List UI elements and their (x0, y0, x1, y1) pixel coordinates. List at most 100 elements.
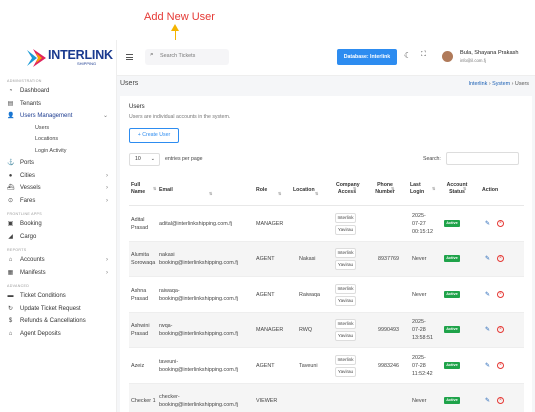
column-header-text: Role (256, 187, 268, 193)
column-header[interactable]: Last Login ⇅ (410, 182, 442, 196)
vessel-icon: ⛴ (7, 185, 15, 191)
annotation-label: Add New User (144, 11, 215, 23)
sidebar-item-dashboard[interactable]: ◔ Dashboard (0, 85, 117, 98)
table-row[interactable]: Azeiz taveuni-booking@interlinkshipping.c… (129, 348, 524, 384)
create-user-button[interactable]: + Create User (129, 128, 179, 143)
sidebar-item-update-ticket-request[interactable]: ↻ Update Ticket Request (0, 303, 117, 316)
column-header[interactable]: Email ⇅ (159, 187, 219, 196)
entries-label: entries per page (165, 156, 203, 162)
edit-icon[interactable]: ✎ (485, 362, 490, 369)
database-button[interactable]: Database: Interlink (337, 49, 397, 65)
fullscreen-icon[interactable]: ⛶ (421, 51, 426, 59)
table-row[interactable]: Ashna Prasad raiwaqa-booking@interlinkship… (129, 277, 524, 313)
table-row[interactable]: Checker 1 checker-booking@interlinkshippi… (129, 383, 524, 412)
column-header[interactable]: Location ⇅ (293, 187, 325, 196)
sidebar-subitem-login-activity[interactable]: Login Activity (0, 146, 117, 158)
edit-icon[interactable]: ✎ (485, 326, 490, 333)
chevron-right-icon: › (106, 269, 108, 276)
page-length-select[interactable]: 10 ⌄ (129, 153, 160, 166)
sidebar-item-label: Refunds & Cancellations (20, 318, 86, 324)
sidebar-item-cities[interactable]: ● Cities › (0, 170, 117, 183)
delete-icon[interactable]: × (497, 397, 504, 405)
company-access-tag: Interlink (335, 319, 356, 330)
sidebar-item-accounts[interactable]: ⌂ Accounts › (0, 254, 117, 267)
email-line: booking@interlinkshipping.com.fj (159, 331, 238, 338)
company-access-tag: Interlink (335, 248, 356, 259)
users-icon: 👤 (7, 113, 15, 119)
sidebar-item-label: Tenants (20, 100, 42, 107)
table-search-input[interactable] (446, 152, 519, 165)
annotation: Add New User (0, 0, 535, 144)
edit-icon[interactable]: ✎ (485, 291, 490, 298)
edit-icon[interactable]: ✎ (485, 397, 490, 404)
login-line: 2025- (412, 212, 426, 219)
status-badge: Active (444, 290, 460, 298)
name-line: Adital (131, 216, 145, 223)
sidebar-item-users-management[interactable]: 👤 Users Management ⌄ (0, 110, 117, 123)
column-header[interactable]: Company Access ⇅ (331, 182, 363, 196)
user-name[interactable]: Bula, Shayana Prakash (460, 50, 518, 56)
email-line: raiwaqa- (159, 287, 180, 294)
sidebar-item-booking[interactable]: ▣ Booking (0, 218, 117, 231)
avatar[interactable] (442, 51, 453, 62)
column-header-text: Action (482, 187, 499, 193)
company-access-tag: Interlink (335, 283, 356, 294)
delete-icon[interactable]: × (497, 219, 504, 227)
nav-section-title: REPORTS (7, 248, 27, 252)
sidebar: INTERLINK SHIPPING ADMINISTRATION ◔ Dashbo… (0, 40, 117, 412)
sidebar-item-agent-deposits[interactable]: ⌂ Agent Deposits (0, 328, 117, 341)
ticket-search-input[interactable]: ⌕ Search Tickets (145, 49, 229, 65)
table-row[interactable]: Alumita Sorowaqa nakasi booking@interlinksh… (129, 241, 524, 277)
sidebar-subitem-users[interactable]: Users (0, 123, 117, 135)
delete-icon[interactable]: × (497, 326, 504, 334)
sidebar-subitem-locations[interactable]: Locations (0, 134, 117, 146)
sidebar-item-manifests[interactable]: ▦ Manifests › (0, 267, 117, 280)
user-last-login: Never (412, 255, 426, 263)
main-content: Users Interlink › System › Users Users U… (117, 76, 535, 412)
breadcrumb: Interlink › System › Users (468, 81, 529, 87)
nav-section-title: ADMINISTRATION (7, 79, 42, 83)
column-header[interactable]: Role ⇅ (256, 187, 288, 196)
booking-icon: ▣ (7, 221, 14, 227)
sidebar-item-ports[interactable]: ⚓ Ports (0, 157, 117, 170)
company-access-tag: Yavirau (335, 331, 356, 342)
sidebar-item-refunds-cancellations[interactable]: $ Refunds & Cancellations (0, 315, 117, 328)
sidebar-nav: ADMINISTRATION ◔ Dashboard ▤ Tenants 👤 Users M… (0, 77, 117, 340)
brand-name: INTERLINK (48, 48, 113, 62)
menu-toggle-icon[interactable] (126, 54, 133, 60)
user-role: AGENT (256, 256, 275, 263)
sidebar-item-fares[interactable]: ⊙ Fares › (0, 195, 117, 208)
breadcrumb-system[interactable]: System (492, 81, 510, 87)
accounts-icon: ⌂ (8, 257, 13, 263)
email-line: booking@interlinkshipping.com.fj (159, 366, 238, 373)
column-header[interactable]: Account Status ⇅ (441, 182, 473, 196)
brand-sub: SHIPPING (77, 61, 97, 66)
company-access-tag: Yavirau (335, 366, 356, 377)
brand-logo[interactable]: INTERLINK SHIPPING (26, 47, 113, 69)
user-full-name: Alumita Sorowaqa (131, 251, 155, 267)
dark-mode-icon[interactable]: ☾ (404, 51, 411, 60)
delete-icon[interactable]: × (497, 290, 504, 298)
edit-icon[interactable]: ✎ (485, 255, 490, 262)
edit-icon[interactable]: ✎ (485, 220, 490, 227)
table-row[interactable]: Ashwini Prasad rwqa-booking@interlinkshipp… (129, 312, 524, 348)
delete-icon[interactable]: × (497, 361, 504, 369)
delete-icon[interactable]: × (497, 255, 504, 263)
port-icon: ⚓ (7, 160, 15, 166)
sidebar-item-cargo[interactable]: ◢ Cargo (0, 231, 117, 244)
company-access-tag: Interlink (335, 354, 356, 365)
sidebar-item-vessels[interactable]: ⛴ Vessels › (0, 182, 117, 195)
login-line: 11:52:42 (412, 370, 433, 377)
breadcrumb-interlink[interactable]: Interlink (468, 81, 487, 87)
column-header[interactable]: Phone Number ⇅ (369, 182, 401, 196)
page-title: Users (120, 80, 139, 87)
chevron-right-icon: › (106, 172, 108, 179)
table-row[interactable]: Adital Prasad adital@interlinkshipping.com… (129, 206, 524, 242)
name-line: Sorowaqa (131, 260, 156, 267)
sidebar-item-label: Users Management (20, 113, 73, 119)
status-badge: Active (444, 219, 460, 227)
column-header[interactable]: Action (482, 187, 514, 194)
sidebar-item-tenants[interactable]: ▤ Tenants (0, 98, 117, 111)
search-icon: ⌕ (150, 51, 154, 58)
sidebar-item-ticket-conditions[interactable]: ▬ Ticket Conditions (0, 290, 117, 303)
